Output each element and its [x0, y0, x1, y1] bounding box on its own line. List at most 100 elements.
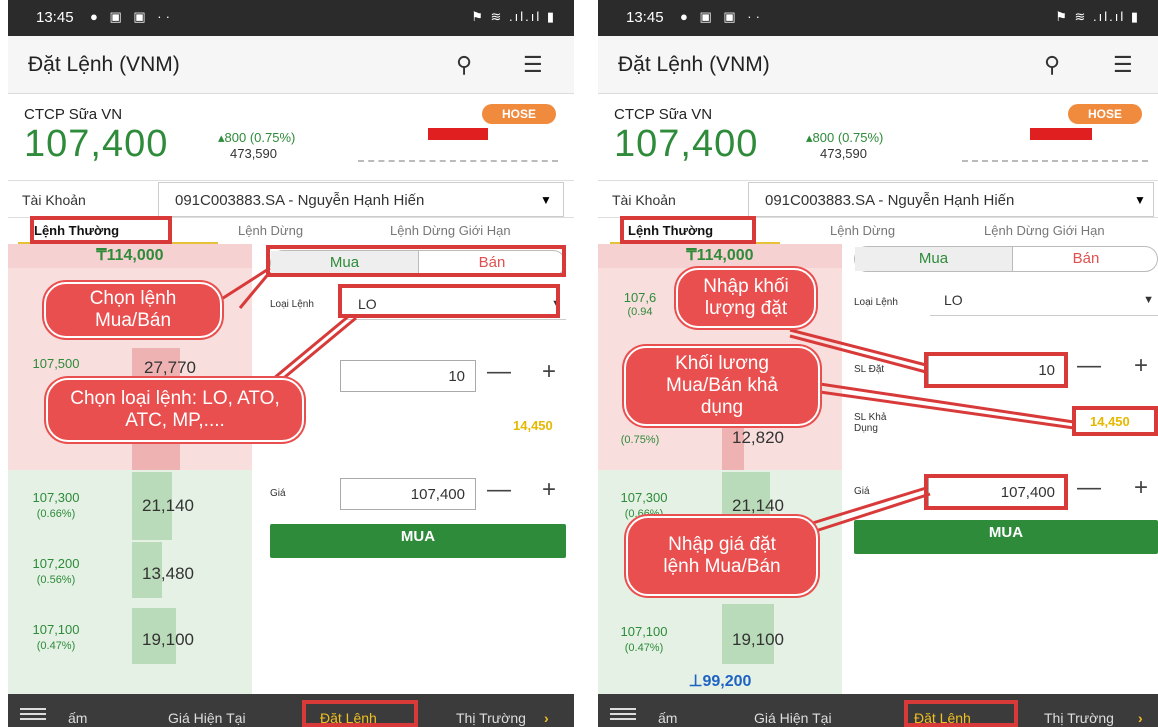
- list-menu-icon[interactable]: ☰: [523, 52, 543, 78]
- status-bar: 13:45 ● ▣ ▣ ·· ⚑ ≋ .ıl.ıl ▮: [8, 0, 574, 36]
- callout-order-type: Chọn loại lệnh: LO, ATO, ATC, MP,....: [46, 378, 304, 442]
- buy-option[interactable]: Mua: [855, 247, 1013, 271]
- price-change-value: 800 (0.75%): [224, 130, 296, 145]
- account-value: 091C003883.SA - Nguyễn Hạnh Hiến: [175, 192, 425, 209]
- search-icon[interactable]: ⚲: [1044, 52, 1060, 78]
- buy-qty: 21,140: [142, 496, 194, 515]
- chevron-down-icon: ▼: [1143, 294, 1154, 306]
- quantity-minus-button[interactable]: —: [484, 358, 514, 386]
- price-plus-button[interactable]: +: [1126, 474, 1156, 502]
- submit-buy-button[interactable]: MUA: [270, 524, 566, 558]
- quantity-plus-button[interactable]: +: [1126, 352, 1156, 380]
- tab-stop-order[interactable]: Lệnh Dừng: [238, 223, 303, 238]
- trade-volume: 473,590: [230, 146, 277, 161]
- price-input[interactable]: 107,400: [340, 478, 476, 510]
- account-select[interactable]: 091C003883.SA - Nguyễn Hạnh Hiến: [748, 182, 1154, 217]
- sell-price: 107,6: [623, 290, 657, 305]
- account-label: Tài Khoản: [22, 192, 86, 208]
- buy-price: 107,100: [620, 624, 668, 639]
- highlight-normal-order-tab: [30, 216, 172, 244]
- chevron-right-icon[interactable]: ›: [1138, 710, 1143, 726]
- sell-qty: 12,820: [732, 428, 784, 447]
- order-type-label: Loại Lệnh: [854, 297, 898, 308]
- tab-stop-order[interactable]: Lệnh Dừng: [830, 223, 895, 238]
- highlight-place-order-nav: [904, 700, 1018, 727]
- page-title: Đặt Lệnh (VNM): [618, 53, 770, 76]
- left-screenshot: 13:45 ● ▣ ▣ ·· ⚑ ≋ .ıl.ıl ▮ Đặt Lệnh (VN…: [8, 0, 574, 727]
- highlight-buy-sell: [266, 245, 566, 277]
- nav-item-market[interactable]: Thị Trường: [1044, 710, 1114, 726]
- buy-price: 107,300: [32, 490, 80, 505]
- hamburger-menu-icon[interactable]: [20, 708, 46, 720]
- signal-battery-icons: ⚑ ≋ .ıl.ıl ▮: [1055, 9, 1140, 24]
- floor-value: 99,200: [702, 673, 752, 690]
- list-menu-icon[interactable]: ☰: [1113, 52, 1133, 78]
- submit-buy-button[interactable]: MUA: [854, 520, 1158, 554]
- order-type-select[interactable]: LO ▼: [930, 284, 1158, 316]
- quantity-minus-button[interactable]: —: [1074, 352, 1104, 380]
- sell-qty: 27,770: [144, 358, 196, 377]
- buy-price: 107,200: [32, 556, 80, 571]
- buy-price: 107,300: [620, 490, 668, 505]
- signal-battery-icons: ⚑ ≋ .ıl.ıl ▮: [471, 9, 556, 24]
- sell-pct: (0.75%): [620, 434, 660, 446]
- account-label: Tài Khoản: [612, 192, 676, 208]
- buy-pct: (0.56%): [36, 574, 76, 586]
- quantity-plus-button[interactable]: +: [534, 358, 564, 386]
- bottom-nav: ấm Giá Hiện Tại Đặt Lệnh Thị Trường ›: [8, 694, 574, 727]
- buy-qty: 21,140: [732, 496, 784, 515]
- nav-item-watchlist[interactable]: ấm: [68, 710, 87, 726]
- status-bar: 13:45 ● ▣ ▣ ·· ⚑ ≋ .ıl.ıl ▮: [598, 0, 1158, 36]
- highlight-place-order-nav: [302, 700, 418, 727]
- sell-price: 107,500: [32, 356, 80, 371]
- tab-stop-limit-order[interactable]: Lệnh Dừng Giới Hạn: [390, 223, 511, 238]
- price-change: ▴800 (0.75%): [806, 130, 884, 145]
- buy-qty: 19,100: [142, 630, 194, 649]
- callout-price: Nhập giá đặt lệnh Mua/Bán: [626, 516, 818, 596]
- highlight-price: [924, 474, 1068, 510]
- quantity-input[interactable]: 10: [340, 360, 476, 392]
- nav-item-watchlist[interactable]: ấm: [658, 710, 677, 726]
- app-bar: Đặt Lệnh (VNM) ⚲ ☰: [8, 36, 574, 94]
- price-minus-button[interactable]: —: [1074, 474, 1104, 502]
- floor-price: ⊥99,200: [598, 668, 842, 696]
- quantity-label: SL Đặt: [854, 364, 885, 375]
- tab-stop-limit-order[interactable]: Lệnh Dừng Giới Hạn: [984, 223, 1105, 238]
- highlight-order-type: [338, 284, 560, 318]
- nav-item-current-price[interactable]: Giá Hiện Tại: [168, 710, 246, 726]
- nav-item-market[interactable]: Thị Trường: [456, 710, 526, 726]
- order-type-value: LO: [944, 292, 963, 308]
- price-range-bar: [1030, 128, 1092, 140]
- stock-name: CTCP Sữa VN: [24, 106, 123, 123]
- chevron-right-icon[interactable]: ›: [544, 710, 549, 726]
- account-select[interactable]: 091C003883.SA - Nguyễn Hạnh Hiến: [158, 182, 564, 217]
- status-time: 13:45: [36, 9, 74, 26]
- search-icon[interactable]: ⚲: [456, 52, 472, 78]
- trade-volume: 473,590: [820, 146, 867, 161]
- exchange-badge: HOSE: [482, 104, 556, 124]
- page-title: Đặt Lệnh (VNM): [28, 53, 180, 76]
- callout-quantity: Nhập khối lượng đặt: [676, 268, 816, 328]
- price-label: Giá: [854, 486, 870, 497]
- price-plus-button[interactable]: +: [534, 476, 564, 504]
- nav-item-current-price[interactable]: Giá Hiện Tại: [754, 710, 832, 726]
- current-price: 107,400: [24, 123, 169, 165]
- available-qty: 14,450: [513, 418, 553, 433]
- highlight-available: [1072, 406, 1158, 436]
- buy-qty: 19,100: [732, 630, 784, 649]
- sell-pct: (0.94: [627, 306, 653, 318]
- buy-sell-toggle: Mua Bán: [854, 246, 1158, 272]
- buy-pct: (0.47%): [36, 640, 76, 652]
- highlight-normal-order-tab: [620, 216, 756, 244]
- price-change-value: 800 (0.75%): [812, 130, 884, 145]
- price-minus-button[interactable]: —: [484, 476, 514, 504]
- account-row: Tài Khoản 091C003883.SA - Nguyễn Hạnh Hi…: [8, 180, 574, 218]
- sell-option[interactable]: Bán: [1013, 247, 1158, 271]
- hamburger-menu-icon[interactable]: [610, 708, 636, 720]
- ceiling-price: ₸114,000: [598, 244, 842, 268]
- chevron-down-icon: ▼: [540, 193, 552, 207]
- ceiling-value: 114,000: [106, 247, 164, 264]
- price-label: Giá: [270, 488, 286, 499]
- buy-qty: 13,480: [142, 564, 194, 583]
- ceiling-price: ₸114,000: [8, 244, 252, 268]
